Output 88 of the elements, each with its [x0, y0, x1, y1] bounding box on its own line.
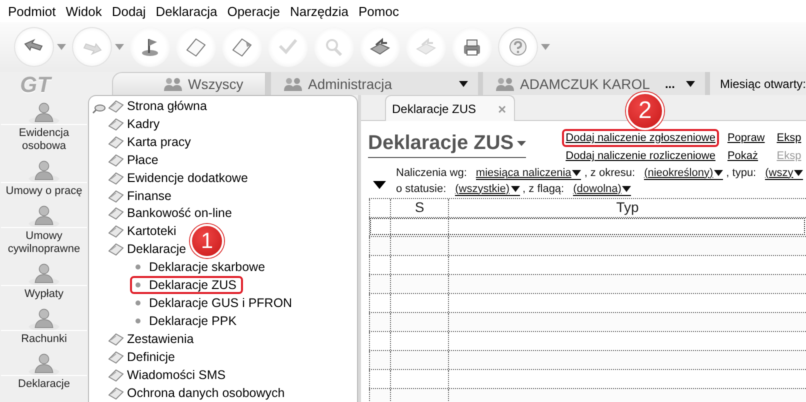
column-header[interactable]: S: [390, 199, 448, 217]
card-icon: [108, 134, 124, 149]
tree-item[interactable]: Wiadomości SMS: [108, 366, 226, 384]
card-icon: [108, 170, 124, 185]
action-link[interactable]: Pokaż: [723, 147, 769, 165]
action-link[interactable]: Popraw: [723, 129, 769, 147]
menu-item[interactable]: Deklaracja: [150, 4, 222, 18]
tree-item[interactable]: Strona główna: [108, 97, 207, 115]
caret-icon: [794, 170, 804, 176]
tree-item[interactable]: Deklaracje: [108, 240, 186, 258]
page-title[interactable]: Deklaracje ZUS: [368, 129, 526, 158]
filter-dropdown[interactable]: (dowolna): [573, 182, 632, 196]
month-label: Miesiąc otwarty:: [704, 72, 806, 95]
tree-item[interactable]: Finanse: [108, 186, 172, 205]
tree-item[interactable]: Bankowość on-line: [108, 204, 232, 222]
card-icon: [108, 152, 124, 167]
sidebar-item[interactable]: Umowy o pracę: [1, 182, 87, 198]
card-icon: [108, 350, 124, 364]
caret-icon: [516, 140, 526, 146]
filter-dropdown[interactable]: (nieokreślony): [644, 166, 724, 180]
context-tab[interactable]: Administracja: [266, 72, 478, 95]
filter-label: , typu:: [726, 167, 756, 179]
more-label: ...: [664, 76, 675, 90]
context-tab[interactable]: Wszyscy: [112, 72, 266, 95]
tree-item[interactable]: Karta pracy: [108, 132, 191, 151]
action-link[interactable]: Dodaj naliczenie rozliczeniowe: [562, 147, 720, 165]
card-icon: [108, 242, 124, 256]
bullet-icon: [135, 300, 141, 306]
action-link[interactable]: Eksp: [772, 129, 806, 147]
bullet-icon: [135, 264, 141, 270]
people-icon: [283, 76, 303, 92]
column-header[interactable]: Typ: [448, 199, 806, 217]
tree-item[interactable]: Kartoteki: [108, 222, 176, 240]
menu-item[interactable]: Operacje: [222, 4, 285, 18]
filter-label: o statusie:: [396, 183, 446, 195]
people-icon: [163, 76, 183, 92]
action-link[interactable]: Dodaj naliczenie zgłoszeniowe: [562, 129, 720, 147]
document-tab[interactable]: Deklaracje ZUS ×: [385, 95, 516, 121]
caret-icon[interactable]: [686, 80, 695, 86]
tree-item[interactable]: Deklaracje ZUS: [130, 276, 243, 294]
bullet-icon: [135, 318, 141, 324]
sidebar-item[interactable]: Ewidencja osobowa: [1, 124, 87, 153]
toolbar-button[interactable]: [498, 27, 538, 67]
logo: GT: [19, 72, 53, 98]
card-icon: [108, 116, 124, 131]
tree-item[interactable]: Płace: [108, 150, 158, 169]
caret-icon[interactable]: [458, 80, 468, 86]
sidebar-item[interactable]: Deklaracje: [1, 375, 87, 391]
page-icon: [184, 36, 208, 58]
tree-item[interactable]: Ewidencje dodatkowe: [108, 168, 248, 187]
expand-icon[interactable]: [373, 181, 386, 189]
card-icon: [108, 206, 124, 220]
tree-item[interactable]: Deklaracje skarbowe: [130, 258, 272, 276]
filter-dropdown[interactable]: (wszystkie): [455, 182, 520, 196]
menu-item[interactable]: Podmiot: [3, 4, 61, 18]
menu-item[interactable]: Narzędzia: [284, 4, 354, 18]
tree-item[interactable]: Kadry: [108, 114, 160, 133]
menu-item[interactable]: Pomoc: [354, 4, 404, 18]
caret-icon: [572, 170, 582, 176]
tree-item[interactable]: Ochrona danych osobowych: [108, 384, 285, 402]
filter-label: , z flagą:: [522, 183, 564, 195]
caret-icon: [714, 170, 724, 176]
page-icon: [230, 36, 254, 58]
context-tab[interactable]: ADAMCZUK KAROL ...: [478, 72, 705, 95]
caret-icon: [622, 186, 632, 192]
menu-item[interactable]: Widok: [60, 4, 107, 18]
caret-icon: [510, 186, 520, 192]
filter-dropdown[interactable]: (wszy: [765, 166, 804, 180]
card-icon: [108, 188, 124, 203]
filter-label: Naliczenia wg:: [396, 167, 467, 179]
card-icon: [108, 224, 124, 238]
filter-dropdown[interactable]: miesiąca naliczenia: [476, 166, 582, 180]
bullet-icon: [135, 282, 141, 288]
sidebar-item[interactable]: Rachunki: [1, 330, 87, 346]
sidebar-item[interactable]: Umowy cywilnoprawne: [1, 227, 87, 256]
filter-label: , z okresu:: [584, 167, 636, 179]
card-icon: [108, 98, 124, 113]
menu-item[interactable]: Dodaj: [106, 4, 151, 18]
tree-item[interactable]: Deklaracje GUS i PFRON: [130, 294, 298, 312]
toolbar-button[interactable]: [14, 27, 54, 67]
card-icon: [108, 368, 124, 382]
tree-item[interactable]: Zestawienia: [108, 330, 194, 348]
card-icon: [108, 386, 124, 400]
tree-item[interactable]: Deklaracje PPK: [130, 312, 243, 330]
card-icon: [108, 332, 124, 346]
sidebar-item[interactable]: Wypłaty: [1, 285, 87, 301]
tree-item[interactable]: Definicje: [108, 348, 175, 366]
people-icon: [494, 76, 515, 92]
